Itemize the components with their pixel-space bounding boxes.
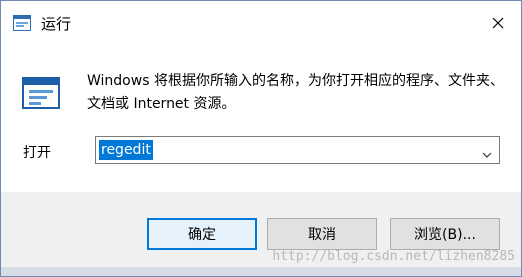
watermark-text: http://blog.csdn.net/lizhen8285: [272, 249, 515, 264]
close-icon: [492, 14, 504, 33]
dialog-content: Windows 将根据你所输入的名称，为你打开相应的程序、文件夹、文档或 Int…: [1, 46, 521, 192]
close-button[interactable]: [475, 1, 521, 46]
command-input[interactable]: regedit: [99, 140, 153, 160]
dialog-description: Windows 将根据你所输入的名称，为你打开相应的程序、文件夹、文档或 Int…: [87, 73, 504, 112]
ok-button[interactable]: 确定: [147, 218, 257, 250]
title-bar[interactable]: 运行: [1, 1, 521, 46]
open-label: 打开: [23, 145, 51, 161]
chevron-down-icon[interactable]: [481, 145, 493, 158]
button-bar: 确定 取消 浏览(B)... http://blog.csdn.net/lizh…: [1, 192, 521, 276]
cancel-button[interactable]: 取消: [267, 218, 377, 250]
background-strip: [1, 267, 521, 276]
run-app-icon: [13, 15, 31, 31]
run-dialog-window: 运行 Windows 将根据你所输入的名称，为你打开相应的程序、文件夹、文档或 …: [0, 0, 522, 277]
run-app-icon: [21, 73, 61, 113]
window-title: 运行: [41, 15, 72, 33]
browse-button[interactable]: 浏览(B)...: [390, 218, 500, 250]
command-combobox[interactable]: regedit: [95, 136, 500, 164]
